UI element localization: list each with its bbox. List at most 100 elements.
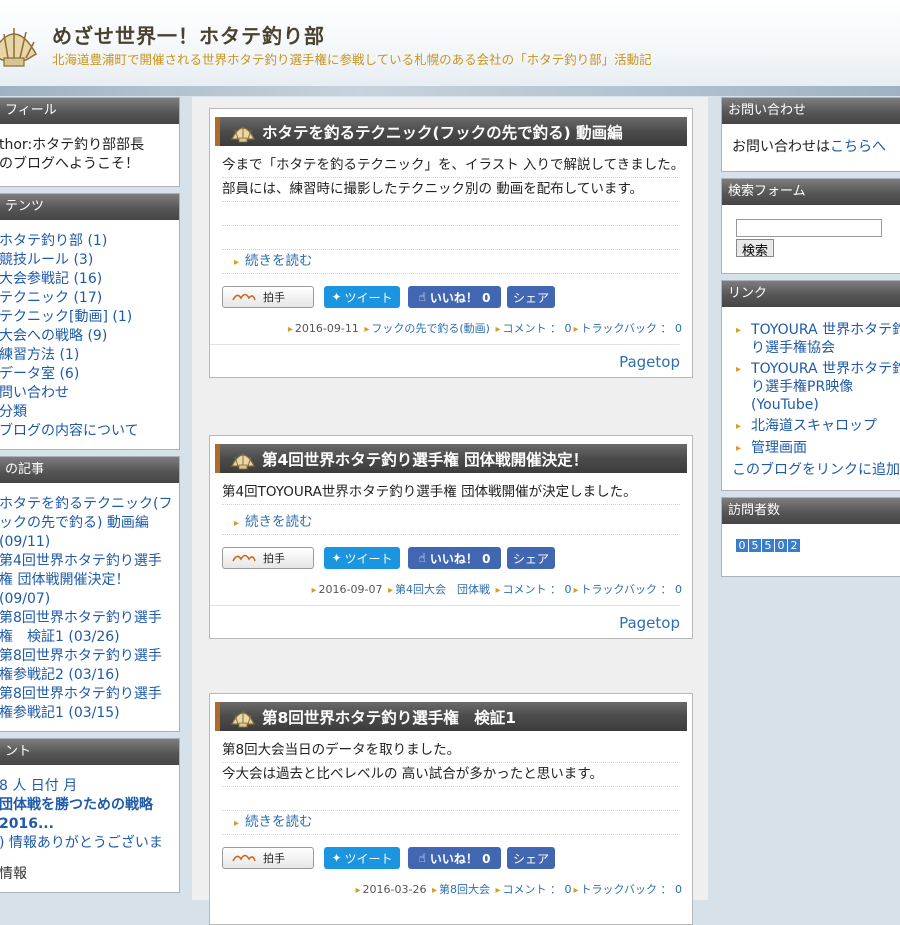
tweet-label: ツイート (344, 551, 393, 566)
recent-post-link[interactable]: 第8回世界ホタテ釣り選手権 検証1 (03/26) (0, 609, 173, 647)
search-button[interactable]: 検索 (736, 239, 775, 259)
clap-button[interactable]: 拍手 (222, 547, 314, 569)
link-item[interactable]: ▸ 管理画面 (722, 439, 900, 458)
read-more-link[interactable]: ▸ 続きを読む (222, 250, 680, 274)
link-item[interactable]: ▸ TOYOURA 世界ホタテ釣り選手権PR映像(YouTube) (722, 360, 900, 414)
post-tag-link[interactable]: 第4回大会 団体戦 (395, 583, 490, 596)
link-label[interactable]: TOYOURA 世界ホタテ釣り選手権PR映像(YouTube) (751, 360, 900, 414)
recent-post-link[interactable]: 第8回世界ホタテ釣り選手権参戦記1 (03/15) (0, 685, 173, 723)
header-band (0, 86, 900, 96)
category-item[interactable]: 競技ルール (3) (0, 251, 173, 270)
comment-link[interactable]: 団体戦を勝つための戦略 (0, 796, 173, 815)
pagetop-link[interactable]: Pagetop (210, 344, 680, 371)
search-widget: 検索フォーム 検索 (721, 178, 900, 274)
comment-link[interactable]: 2016... (0, 815, 173, 834)
thumbs-up-icon: ☝ (418, 290, 426, 304)
tweet-button[interactable]: ✦ ツイート (324, 286, 400, 308)
profile-line: thor:ホタテ釣り部部長 (0, 137, 145, 153)
clap-button[interactable]: 拍手 (222, 286, 314, 308)
site-title[interactable]: めざせ世界一！ホタテ釣り部 (52, 20, 325, 49)
post-meta: ▸ 2016-03-26 ▸ 第8回大会 ▸ コメント ： 0 ▸ トラックバック ： 0 (210, 881, 682, 897)
comment-line[interactable]: ) 情報ありがとうございま (0, 834, 173, 853)
bullet-icon: ▸ (234, 518, 240, 529)
post-text-line: 今大会は過去と比べレベルの 高い試合が多かったと思います。 (222, 763, 680, 787)
category-item[interactable]: ホタテ釣り部 (1) (0, 232, 173, 251)
post-title[interactable]: ホタテを釣るテクニック(フックの先で釣る) 動画編 (262, 121, 623, 143)
tweet-button[interactable]: ✦ ツイート (324, 547, 400, 569)
category-item[interactable]: 分類 (0, 403, 173, 422)
read-more-label: 続きを読む (245, 253, 313, 269)
scallop-icon (231, 710, 255, 727)
post-title[interactable]: 第4回世界ホタテ釣り選手権 団体戦開催決定！ (262, 448, 588, 470)
post-tag-link[interactable]: 第8回大会 (439, 883, 490, 896)
like-button[interactable]: ☝ いいね！ 0 (408, 547, 501, 569)
link-item[interactable]: ▸ 北海道スキャロップ (722, 417, 900, 436)
left-sidebar: フィール thor:ホタテ釣り部部長 のブログへようこそ！ テンツ ホタテ釣り部… (0, 97, 180, 899)
recent-head: の記事 (0, 457, 179, 483)
category-item[interactable]: 練習方法 (1) (0, 346, 173, 365)
clap-button[interactable]: 拍手 (222, 847, 314, 869)
post-header: 第4回世界ホタテ釣り選手権 団体戦開催決定！ (215, 444, 687, 473)
clap-hands-icon (232, 554, 256, 562)
comment-link[interactable]: コメント ： 0 (503, 322, 572, 335)
category-item[interactable]: データ室 (6) (0, 365, 173, 384)
share-button[interactable]: シェア (507, 847, 555, 869)
post-text-line (222, 787, 680, 811)
bullet-icon: ▸ (736, 364, 742, 375)
search-input[interactable] (736, 219, 882, 237)
bullet-icon: ▸ (573, 324, 579, 335)
bullet-icon: ▸ (495, 324, 501, 335)
trackback-link[interactable]: トラックバック ： 0 (581, 322, 682, 335)
tweet-label: ツイート (344, 851, 393, 866)
category-item[interactable]: 大会への戦略 (9) (0, 327, 173, 346)
post-text-line: 今まで「ホタテを釣るテクニック」を、イラスト 入りで解説してきました。 (222, 154, 680, 178)
like-button[interactable]: ☝ いいね！ 0 (408, 847, 501, 869)
bullet-icon: ▸ (573, 885, 579, 896)
category-item[interactable]: 大会参戦記 (16) (0, 270, 173, 289)
scallop-logo-icon[interactable] (0, 10, 40, 72)
post-title[interactable]: 第8回世界ホタテ釣り選手権 検証1 (262, 706, 516, 728)
link-label[interactable]: 北海道スキャロップ (751, 417, 877, 436)
category-item[interactable]: 問い合わせ (0, 384, 173, 403)
comment-link[interactable]: コメント ： 0 (503, 583, 572, 596)
comment-link[interactable]: コメント ： 0 (503, 883, 572, 896)
link-item[interactable]: ▸ TOYOURA 世界ホタテ釣り選手権協会 (722, 321, 900, 357)
clap-hands-icon (232, 854, 256, 862)
comments-widget: ント 8 人 日付 月 団体戦を勝つための戦略 2016... ) 情報ありがと… (0, 738, 180, 893)
share-button[interactable]: シェア (507, 286, 555, 308)
link-label[interactable]: 管理画面 (751, 439, 807, 458)
search-head: 検索フォーム (722, 179, 900, 205)
category-item[interactable]: テクニック[動画] (1) (0, 308, 173, 327)
category-item[interactable]: テクニック (17) (0, 289, 173, 308)
category-item[interactable]: ブログの内容について (0, 422, 173, 441)
share-button[interactable]: シェア (507, 547, 555, 569)
blog-post: ホタテを釣るテクニック(フックの先で釣る) 動画編 今まで「ホタテを釣るテクニッ… (209, 108, 693, 378)
recent-post-link[interactable]: 第4回世界ホタテ釣り選手権 団体戦開催決定！ (09/07) (0, 552, 173, 609)
trackback-link[interactable]: トラックバック ： 0 (581, 583, 682, 596)
tweet-button[interactable]: ✦ ツイート (324, 847, 400, 869)
pagetop-link[interactable]: Pagetop (210, 605, 680, 632)
blog-post: 第8回世界ホタテ釣り選手権 検証1 第8回大会当日のデータを取りました。 今大会… (209, 693, 693, 925)
read-more-link[interactable]: ▸ 続きを読む (222, 511, 680, 535)
link-label[interactable]: TOYOURA 世界ホタテ釣り選手権協会 (751, 321, 900, 357)
post-text-line: 第4回TOYOURA世界ホタテ釣り選手権 団体戦開催が決定しました。 (222, 481, 680, 505)
recent-post-link[interactable]: 第8回世界ホタテ釣り選手権参戦記2 (03/16) (0, 647, 173, 685)
contact-link[interactable]: こちらへ (830, 139, 886, 155)
post-tag-link[interactable]: フックの先で釣る(動画) (371, 322, 490, 335)
read-more-link[interactable]: ▸ 続きを読む (222, 811, 680, 835)
read-more-label: 続きを読む (245, 514, 313, 530)
blog-post: 第4回世界ホタテ釣り選手権 団体戦開催決定！ 第4回TOYOURA世界ホタテ釣り… (209, 435, 693, 639)
profile-line: のブログへようこそ！ (0, 156, 139, 172)
add-link-link[interactable]: このブログをリンクに追加する (732, 462, 900, 478)
main-content: ホタテを釣るテクニック(フックの先で釣る) 動画編 今まで「ホタテを釣るテクニッ… (192, 97, 708, 925)
clap-label: 拍手 (263, 552, 285, 565)
bullet-icon: ▸ (431, 885, 437, 896)
bullet-icon: ▸ (364, 324, 370, 335)
links-head: リンク (722, 281, 900, 307)
counter-digit: 5 (749, 539, 761, 552)
profile-widget: フィール thor:ホタテ釣り部部長 のブログへようこそ！ (0, 97, 180, 187)
recent-post-link[interactable]: ホタテを釣るテクニック(フックの先で釣る) 動画編 (09/11) (0, 495, 173, 552)
twitter-bird-icon: ✦ (331, 290, 342, 304)
trackback-link[interactable]: トラックバック ： 0 (581, 883, 682, 896)
like-button[interactable]: ☝ いいね！ 0 (408, 286, 501, 308)
